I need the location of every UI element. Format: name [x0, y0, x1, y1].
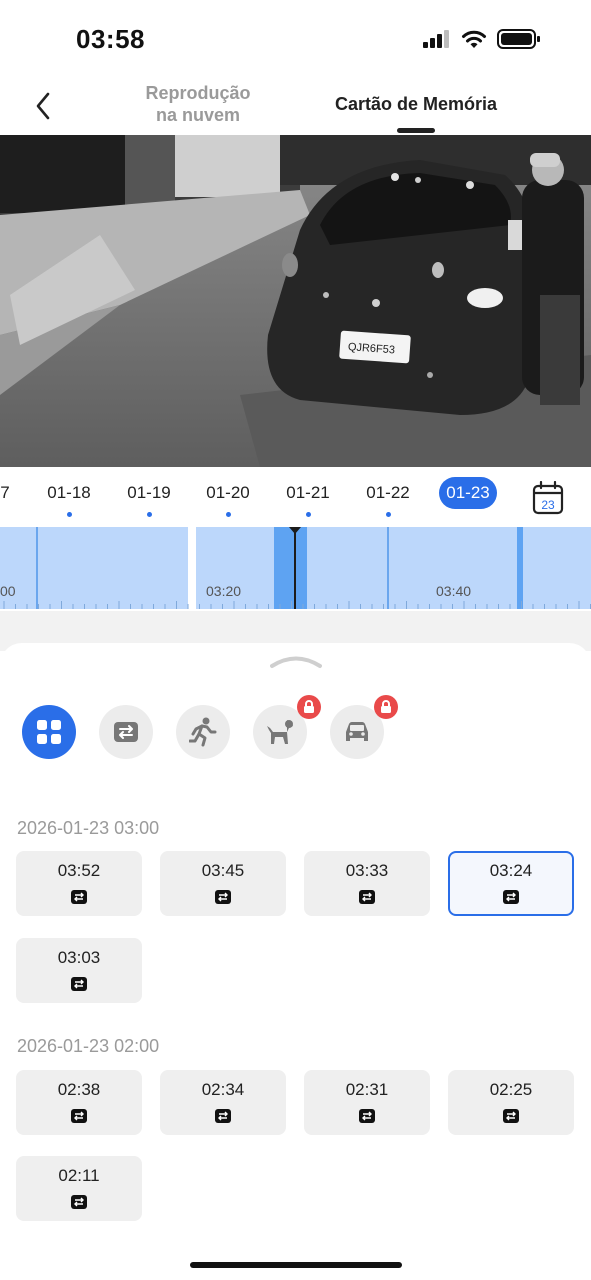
timeline-recording-segment [196, 527, 591, 609]
video-player[interactable]: QJR6F53 [0, 135, 591, 467]
clip-card[interactable]: 02:31 [304, 1070, 430, 1135]
date-item[interactable]: 01-19 [117, 483, 181, 503]
timeline-label: 00 [0, 583, 16, 599]
swap-arrows-icon [503, 890, 519, 904]
date-item[interactable]: 01-18 [37, 483, 101, 503]
date-item[interactable]: 01-21 [276, 483, 340, 503]
date-record-dot [226, 512, 231, 517]
filter-vehicle-button[interactable] [330, 695, 398, 759]
timeline-event-segment [274, 527, 307, 609]
battery-icon [497, 29, 540, 49]
date-item-selected[interactable]: 01-23 [439, 477, 497, 509]
clip-time: 03:52 [57, 861, 101, 880]
wifi-icon [462, 30, 486, 48]
lock-icon [304, 700, 314, 713]
grid-icon [37, 720, 61, 744]
cellular-signal-icon [423, 30, 449, 48]
clip-card[interactable]: 02:11 [16, 1156, 142, 1221]
home-indicator [190, 1262, 402, 1268]
clip-time: 03:45 [201, 861, 245, 880]
timeline-playhead-head [289, 527, 301, 534]
clip-time: 02:11 [58, 1166, 100, 1185]
status-icons [423, 28, 541, 50]
date-record-dot [147, 512, 152, 517]
event-list-sheet: 2026-01-23 03:00 03:52 03:45 03:33 03:24… [0, 643, 591, 1280]
clip-card[interactable]: 02:25 [448, 1070, 574, 1135]
swap-arrows-icon [503, 1109, 519, 1123]
clip-card[interactable]: 02:38 [16, 1070, 142, 1135]
video-frame: QJR6F53 [0, 135, 591, 467]
running-person-icon [189, 717, 217, 747]
date-item[interactable]: 7 [0, 483, 37, 503]
swap-arrows-icon [114, 722, 138, 742]
clip-time: 02:31 [345, 1080, 389, 1099]
status-bar: 03:58 [0, 0, 591, 80]
date-strip: 7 01-18 01-19 01-20 01-21 01-22 01-23 23 [0, 467, 591, 527]
swap-arrows-icon [71, 1109, 87, 1123]
clip-card[interactable]: 03:52 [16, 851, 142, 916]
tab-cloud-label-line2: na nuvem [155, 105, 241, 125]
back-button[interactable] [28, 88, 58, 124]
clip-time: 03:33 [345, 861, 389, 880]
date-record-dot [386, 512, 391, 517]
clip-time: 03:24 [489, 861, 533, 880]
calendar-day: 23 [541, 498, 555, 512]
tab-memory-card-label: Cartão de Memória [334, 94, 498, 114]
clip-time: 02:25 [489, 1080, 533, 1099]
clip-card-selected[interactable]: 03:24 [448, 851, 574, 916]
filter-screen-change-button[interactable] [99, 705, 153, 759]
sheet-handle[interactable] [270, 653, 322, 669]
swap-arrows-icon [71, 1195, 87, 1209]
clip-time: 03:03 [57, 948, 101, 967]
timeline-event-segment [517, 527, 523, 609]
calendar-icon: 23 [532, 480, 564, 515]
lock-badge [297, 695, 321, 719]
clip-card[interactable]: 02:34 [160, 1070, 286, 1135]
clip-card[interactable]: 03:45 [160, 851, 286, 916]
timeline-event-marker [387, 527, 389, 609]
timeline-label: 03:20 [206, 583, 242, 599]
tab-cloud-label-line1: Reprodução [145, 83, 251, 103]
clip-time: 02:34 [201, 1080, 245, 1099]
calendar-button[interactable]: 23 [532, 480, 564, 515]
timeline-label: 03:40 [436, 583, 472, 599]
date-item[interactable]: 01-20 [196, 483, 260, 503]
timeline-recording-segment [0, 527, 188, 609]
swap-arrows-icon [71, 977, 87, 991]
status-time: 03:58 [76, 24, 145, 54]
dog-icon [267, 720, 293, 744]
chevron-left-icon [36, 92, 50, 120]
group-title: 2026-01-23 03:00 [17, 818, 160, 838]
lock-badge [374, 695, 398, 719]
tab-cloud-playback[interactable]: Reprodução na nuvem [138, 82, 258, 126]
clip-card[interactable]: 03:03 [16, 938, 142, 1003]
date-item[interactable]: 01-22 [356, 483, 420, 503]
timeline-playhead[interactable] [294, 527, 296, 609]
chevron-up-icon [270, 656, 322, 668]
car-icon [346, 722, 368, 741]
date-record-dot [306, 512, 311, 517]
timeline-event-marker [36, 527, 38, 609]
filter-all-button[interactable] [22, 705, 76, 759]
clip-card[interactable]: 03:33 [304, 851, 430, 916]
lock-icon [381, 700, 391, 713]
group-title: 2026-01-23 02:00 [17, 1036, 160, 1056]
swap-arrows-icon [71, 890, 87, 904]
tab-memory-card[interactable]: Cartão de Memória [320, 93, 512, 115]
tab-active-indicator [397, 128, 435, 133]
header: Reprodução na nuvem Cartão de Memória [0, 80, 591, 135]
swap-arrows-icon [359, 1109, 375, 1123]
filter-pet-button[interactable] [253, 695, 321, 759]
clip-time: 02:38 [57, 1080, 101, 1099]
swap-arrows-icon [215, 890, 231, 904]
date-record-dot [67, 512, 72, 517]
filter-person-button[interactable] [176, 705, 230, 759]
swap-arrows-icon [359, 890, 375, 904]
timeline-scrubber[interactable]: 00 03:20 03:40 [0, 527, 591, 611]
swap-arrows-icon [215, 1109, 231, 1123]
